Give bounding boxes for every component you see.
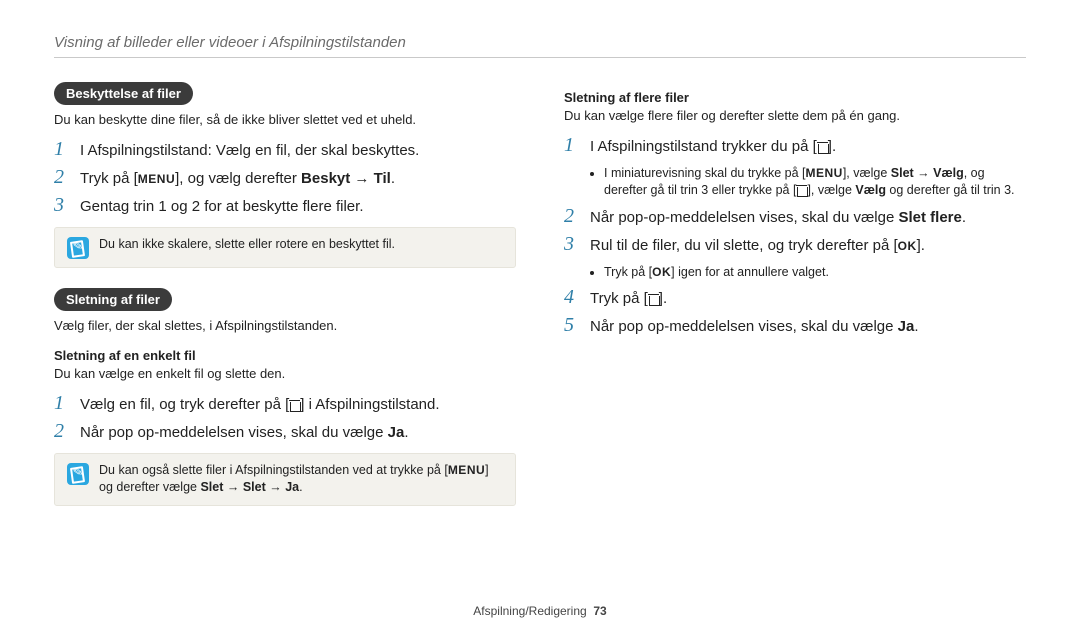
step-text: Når pop op-meddelelsen vises, skal du væ…	[590, 316, 919, 337]
step-number: 2	[54, 167, 70, 187]
note-box: Du kan også slette filer i Afspilningsti…	[54, 453, 516, 506]
section-pill-delete: Sletning af filer	[54, 288, 172, 311]
step-text: Tryk på [MENU], og vælg derefter Beskyt …	[80, 168, 395, 189]
protection-steps: 1 I Afspilningstilstand: Vælg en fil, de…	[54, 139, 516, 217]
bullet-item: Tryk på [OK] igen for at annullere valge…	[604, 264, 1026, 282]
delete-single-head: Sletning af en enkelt fil	[54, 348, 516, 363]
delete-multi-intro: Du kan vælge flere filer og derefter sle…	[564, 107, 1026, 125]
step-number: 2	[54, 421, 70, 441]
ok-icon: OK	[652, 266, 671, 278]
delete-multi-steps-3: 4 Tryk på []. 5 Når pop op-meddelelsen v…	[564, 287, 1026, 337]
step-text: I Afspilningstilstand: Vælg en fil, der …	[80, 140, 419, 161]
trash-icon	[817, 141, 828, 153]
protection-intro: Du kan beskytte dine filer, så de ikke b…	[54, 111, 516, 129]
step-number: 3	[564, 234, 580, 254]
step-text: Gentag trin 1 og 2 for at beskytte flere…	[80, 196, 363, 217]
delete-multi-head: Sletning af flere filer	[564, 90, 1026, 105]
step-number: 1	[54, 393, 70, 413]
step-number: 1	[564, 135, 580, 155]
step-text: Tryk på [].	[590, 288, 667, 309]
step-number: 5	[564, 315, 580, 335]
trash-icon	[648, 293, 659, 305]
ok-icon: OK	[898, 240, 917, 252]
step-text: I Afspilningstilstand trykker du på [].	[590, 136, 836, 157]
note-icon	[67, 237, 89, 259]
step-number: 2	[564, 206, 580, 226]
step3-bullets: Tryk på [OK] igen for at annullere valge…	[564, 264, 1026, 282]
delete-single-steps: 1 Vælg en fil, og tryk derefter på [] i …	[54, 393, 516, 443]
menu-icon: MENU	[138, 173, 175, 185]
section-pill-protection: Beskyttelse af filer	[54, 82, 193, 105]
delete-multi-steps: 1 I Afspilningstilstand trykker du på []…	[564, 135, 1026, 157]
step-number: 3	[54, 195, 70, 215]
note-box: Du kan ikke skalere, slette eller rotere…	[54, 227, 516, 268]
step-text: Vælg en fil, og tryk derefter på [] i Af…	[80, 394, 440, 415]
right-column: Sletning af flere filer Du kan vælge fle…	[564, 76, 1026, 520]
bullet-item: I miniaturevisning skal du trykke på [ME…	[604, 165, 1026, 200]
trash-icon	[289, 399, 300, 411]
menu-icon: MENU	[805, 167, 842, 179]
step1-bullets: I miniaturevisning skal du trykke på [ME…	[564, 165, 1026, 200]
delete-multi-steps-2: 2 Når pop-op-meddelelsen vises, skal du …	[564, 206, 1026, 256]
delete-intro: Vælg filer, der skal slettes, i Afspilni…	[54, 317, 516, 335]
step-number: 4	[564, 287, 580, 307]
left-column: Beskyttelse af filer Du kan beskytte din…	[54, 76, 516, 520]
step-text: Rul til de filer, du vil slette, og tryk…	[590, 235, 925, 256]
step-text: Når pop op-meddelelsen vises, skal du væ…	[80, 422, 409, 443]
delete-single-intro: Du kan vælge en enkelt fil og slette den…	[54, 365, 516, 383]
trash-icon	[796, 184, 807, 196]
step-text: Når pop-op-meddelelsen vises, skal du væ…	[590, 207, 966, 228]
page-footer: Afspilning/Redigering 73	[0, 604, 1080, 618]
note-text: Du kan også slette filer i Afspilningsti…	[99, 462, 503, 497]
note-icon	[67, 463, 89, 485]
menu-icon: MENU	[448, 464, 485, 476]
step-number: 1	[54, 139, 70, 159]
page-header: Visning af billeder eller videoer i Afsp…	[54, 34, 1026, 58]
note-text: Du kan ikke skalere, slette eller rotere…	[99, 236, 395, 254]
